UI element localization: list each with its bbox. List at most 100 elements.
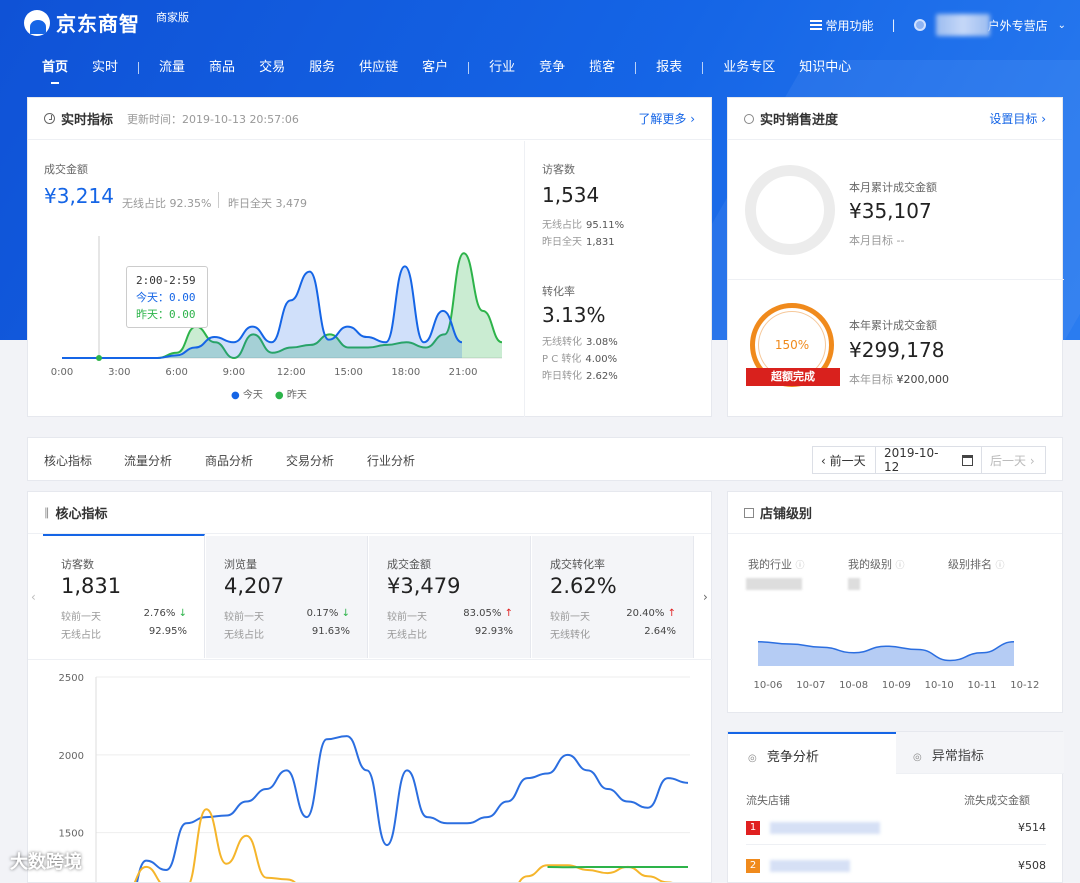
kpi-change-label: 较前一天	[224, 612, 264, 623]
tab-competition[interactable]: ◎ 竞争分析	[728, 732, 896, 774]
y-tick-label: 1500	[59, 829, 84, 840]
kpi-card[interactable]: 浏览量 4,207 较前一天 0.17% ↓ 无线占比 91.63%	[206, 536, 368, 658]
nav-item-0[interactable]: 首页	[30, 58, 80, 84]
nav-item-8[interactable]: 行业	[477, 58, 527, 84]
tab-transaction-analysis[interactable]: 交易分析	[286, 452, 334, 469]
nav-item-11[interactable]: 报表	[644, 58, 694, 84]
wireless-share: 无线占比 92.35%	[122, 197, 212, 210]
bar-chart-icon: ∥	[44, 506, 50, 519]
list-item[interactable]: 1 ¥514	[746, 820, 1046, 845]
nav-divider	[138, 62, 140, 74]
kpi-share-row: 无线占比 91.63%	[224, 626, 350, 641]
nav-item-10[interactable]: 揽客	[577, 58, 627, 84]
nav-item-13[interactable]: 知识中心	[787, 58, 863, 84]
month-target: 本月目标 --	[849, 234, 905, 247]
tab-product-analysis[interactable]: 商品分析	[205, 452, 253, 469]
kpi-change-label: 较前一天	[550, 612, 590, 623]
kpi-card[interactable]: 成交转化率 2.62% 较前一天 20.40% ↑ 无线转化 2.64%	[532, 536, 694, 658]
nav-item-1[interactable]: 实时	[80, 58, 130, 84]
nav-divider	[468, 62, 470, 74]
x-tick-label: 6:00	[165, 367, 187, 378]
nav-item-9[interactable]: 竞争	[527, 58, 577, 84]
x-tick-label: 3:00	[108, 367, 130, 378]
rank-badge: 2	[746, 859, 760, 873]
kpi-prev-arrow[interactable]: ‹	[31, 590, 36, 604]
chevron-down-icon[interactable]: ⌄	[1058, 20, 1066, 31]
nav-item-4[interactable]: 交易	[247, 58, 297, 84]
kpi-share-value: 92.93%	[474, 626, 513, 637]
next-day-button[interactable]: 后一天 ›	[982, 446, 1046, 474]
header-divider: |	[891, 18, 896, 32]
legend-today[interactable]: ● 今天	[231, 386, 263, 401]
competition-tabs: ◎ 竞争分析 ◎ 异常指标	[728, 732, 1064, 774]
my-industry-text: 我的行业	[748, 558, 792, 571]
shop-level-trend-chart[interactable]: 10-06 10-07 10-08 10-09 10-10 10-11 10-12	[736, 616, 1056, 696]
lost-amount: ¥508	[1018, 859, 1046, 872]
visitors-wireless-value: 95.11%	[586, 220, 625, 231]
shop-name-redacted	[770, 860, 850, 872]
industry-redacted	[746, 578, 802, 590]
tab-traffic-analysis[interactable]: 流量分析	[124, 452, 172, 469]
x-tick-label: 21:00	[449, 367, 478, 378]
kpi-change-row: 较前一天 2.76% ↓	[61, 608, 187, 623]
kpi-share-label: 无线占比	[387, 630, 427, 641]
chart-tooltip: 2:00-2:59 今天：0.00 昨天：0.00	[126, 266, 208, 328]
conv-pc-label: P C 转化	[542, 354, 582, 365]
lost-amount: ¥514	[1018, 821, 1046, 834]
realtime-card-header: 实时指标 更新时间：2019-10-13 20:57:06 了解更多 ›	[28, 98, 711, 140]
nav-item-2[interactable]: 流量	[147, 58, 197, 84]
year-sales-value: ¥299,178	[849, 338, 945, 362]
x-tick-label: 18:00	[391, 367, 420, 378]
shop-name[interactable]: 户外专营店	[988, 17, 1048, 34]
prev-day-button[interactable]: ‹ 前一天	[812, 446, 876, 474]
nav-divider	[635, 62, 637, 74]
conv-pc-value: 4.00%	[585, 354, 618, 365]
list-item[interactable]: 2 ¥508	[746, 858, 1046, 876]
set-goal-link[interactable]: 设置目标 ›	[989, 110, 1046, 127]
y-tick-label: 2000	[59, 751, 84, 762]
series-line-0[interactable]	[106, 735, 689, 882]
kpi-next-arrow[interactable]: ›	[703, 590, 708, 604]
visitors-details: 无线占比 95.11% 昨日全天 1,831	[542, 217, 624, 251]
tab-industry-analysis[interactable]: 行业分析	[367, 452, 415, 469]
nav-item-3[interactable]: 商品	[197, 58, 247, 84]
edition-badge: 商家版	[156, 11, 189, 24]
year-sales-label: 本年累计成交金额	[849, 319, 937, 332]
tab-anomaly[interactable]: ◎ 异常指标	[913, 745, 984, 764]
visitors-value: 1,534	[542, 183, 600, 207]
kpi-share-label: 无线占比	[61, 630, 101, 641]
kpi-card[interactable]: 成交金额 ¥3,479 较前一天 83.05% ↑ 无线占比 92.93%	[369, 536, 531, 658]
level-rank-label: 级别排名 ⓘ	[948, 556, 1005, 572]
nav-item-5[interactable]: 服务	[297, 58, 347, 84]
common-functions-button[interactable]: 常用功能	[809, 17, 874, 34]
core-metrics-chart[interactable]: 1000150020002500	[28, 667, 708, 882]
help-icon[interactable]: ⓘ	[996, 561, 1005, 571]
kpi-label: 成交金额	[387, 558, 431, 571]
visitors-yesterday-value: 1,831	[586, 237, 615, 248]
legend-yesterday[interactable]: ● 昨天	[275, 386, 307, 401]
tooltip-time: 2:00-2:59	[136, 274, 196, 287]
nav-item-6[interactable]: 供应链	[347, 58, 410, 84]
kpi-card[interactable]: 访客数 1,831 较前一天 2.76% ↓ 无线占比 92.95%	[43, 534, 205, 658]
nav-item-7[interactable]: 客户	[410, 58, 460, 84]
logo[interactable]: 京东商智	[24, 8, 140, 37]
my-industry-label: 我的行业 ⓘ	[748, 556, 805, 572]
series-line-1[interactable]	[106, 808, 688, 882]
realtime-title: 实时指标	[61, 113, 114, 128]
date-picker[interactable]: 2019-10-12	[876, 446, 982, 474]
tab-core-metrics[interactable]: 核心指标	[44, 452, 92, 469]
shop-icon	[744, 507, 754, 518]
exceeded-ribbon: 超额完成	[746, 368, 840, 386]
shop-level-title: 店铺级别	[760, 507, 813, 522]
nav-item-12[interactable]: 业务专区	[711, 58, 787, 84]
sales-progress-card: 实时销售进度 设置目标 › 本月累计成交金额 ¥35,107 本月目标 -- 1…	[727, 97, 1064, 417]
learn-more-link[interactable]: 了解更多 ›	[638, 110, 695, 127]
help-icon[interactable]: ⓘ	[796, 561, 805, 571]
competition-card: ◎ 竞争分析 ◎ 异常指标 流失店铺 流失成交金额 1 ¥514 2 ¥508	[727, 731, 1064, 883]
data-point[interactable]	[96, 355, 102, 361]
analysis-tab-bar: 核心指标 流量分析 商品分析 交易分析 行业分析 ‹ 前一天 2019-10-1…	[27, 437, 1063, 481]
level-redacted	[848, 578, 860, 590]
my-level-text: 我的级别	[848, 558, 892, 571]
realtime-sales-chart[interactable]: 0:00 3:00 6:00 9:00 12:00 15:00 18:00 21:00	[42, 228, 512, 403]
help-icon[interactable]: ⓘ	[896, 561, 905, 571]
